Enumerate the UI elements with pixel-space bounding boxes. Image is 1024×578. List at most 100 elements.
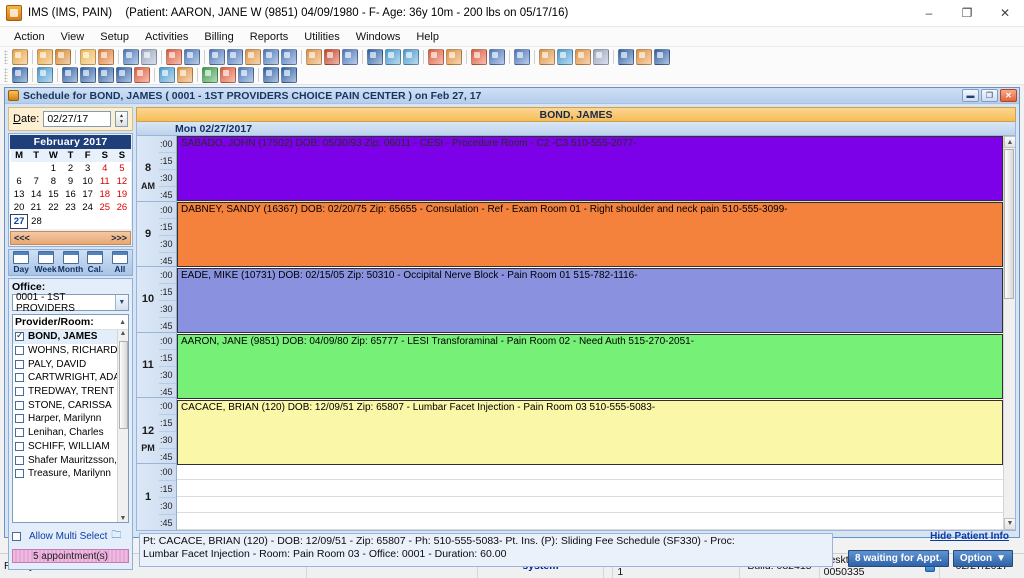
eligibility-icon[interactable] bbox=[428, 49, 444, 65]
provider-checkbox[interactable] bbox=[15, 428, 24, 438]
patient-check-icon[interactable] bbox=[55, 49, 71, 65]
office-dropdown[interactable]: 0001 - 1ST PROVIDERS ▼ bbox=[12, 292, 129, 314]
menu-item-action[interactable]: Action bbox=[6, 28, 53, 46]
provider-checkbox[interactable] bbox=[15, 387, 24, 397]
calendar-day-14[interactable]: 14 bbox=[28, 188, 45, 201]
patient-add-icon[interactable] bbox=[37, 49, 53, 65]
scrollbar-down-icon[interactable]: ▼ bbox=[120, 515, 127, 522]
provider-row[interactable]: WOHNS, RICHARD bbox=[13, 344, 128, 358]
new-record-icon[interactable] bbox=[134, 67, 150, 83]
option-button[interactable]: Option ▼ bbox=[952, 549, 1013, 567]
exchange-icon[interactable] bbox=[557, 49, 573, 65]
back-arrow-icon[interactable] bbox=[367, 49, 383, 65]
provider-row[interactable]: CARTWRIGHT, ADAM bbox=[13, 371, 128, 385]
calendar-day-26[interactable]: 26 bbox=[113, 201, 130, 215]
provider-row[interactable]: TREDWAY, TRENT bbox=[13, 385, 128, 399]
appointment-block[interactable]: SABADO, JOHN (17502) DOB: 05/30/93 Zip: … bbox=[177, 136, 1003, 201]
maximize-button[interactable]: ❐ bbox=[948, 0, 986, 27]
provider-checkbox[interactable] bbox=[15, 400, 24, 410]
chevron-down-icon[interactable]: ▼ bbox=[114, 295, 128, 310]
menu-item-view[interactable]: View bbox=[53, 28, 93, 46]
provider-scrollbar[interactable]: ▲ ▼ bbox=[117, 330, 128, 522]
empty-slot-row[interactable] bbox=[177, 464, 1003, 481]
ledger-icon[interactable] bbox=[245, 49, 261, 65]
schedule-scroll-down-icon[interactable]: ▼ bbox=[1004, 517, 1015, 530]
globe-icon[interactable] bbox=[385, 49, 401, 65]
transfer-icon[interactable] bbox=[539, 49, 555, 65]
calendar-day-3[interactable]: 3 bbox=[79, 162, 96, 175]
provider-checkbox[interactable] bbox=[15, 330, 24, 342]
export-icon[interactable] bbox=[177, 67, 193, 83]
payment-icon[interactable] bbox=[227, 49, 243, 65]
calendar-day-12[interactable]: 12 bbox=[113, 175, 130, 188]
provider-checkbox[interactable] bbox=[15, 359, 24, 369]
copy-page-icon[interactable] bbox=[184, 49, 200, 65]
book-open-icon[interactable] bbox=[593, 49, 609, 65]
view-all-button[interactable]: All bbox=[108, 251, 132, 274]
chart-icon[interactable] bbox=[220, 67, 236, 83]
view-day-button[interactable]: Day bbox=[9, 251, 33, 274]
provider-row[interactable]: SCHIFF, WILLIAM bbox=[13, 440, 128, 454]
task-edit-icon[interactable] bbox=[575, 49, 591, 65]
help-icon[interactable] bbox=[618, 49, 634, 65]
provider-checkbox[interactable] bbox=[15, 441, 24, 451]
provider-row[interactable]: PALY, DAVID bbox=[13, 357, 128, 371]
schedule-minimize-button[interactable]: ▬ bbox=[962, 89, 979, 102]
schedule-close-button[interactable]: ✕ bbox=[1000, 89, 1017, 102]
appointment-book-icon[interactable] bbox=[342, 49, 358, 65]
claims-print-icon[interactable] bbox=[281, 49, 297, 65]
calendar-day-28[interactable]: 28 bbox=[28, 215, 45, 229]
open-folder-icon[interactable] bbox=[80, 49, 96, 65]
calendar-grid-icon[interactable] bbox=[306, 49, 322, 65]
empty-slot-row[interactable] bbox=[177, 513, 1003, 530]
calendar-day-22[interactable]: 22 bbox=[45, 201, 62, 215]
appointment-block[interactable]: AARON, JANE (9851) DOB: 04/09/80 Zip: 65… bbox=[177, 334, 1003, 399]
calendar-day-8[interactable]: 8 bbox=[45, 175, 62, 188]
calendar-day-10[interactable]: 10 bbox=[79, 175, 96, 188]
view-month-button[interactable]: Month bbox=[58, 251, 83, 274]
lock-icon[interactable] bbox=[636, 49, 652, 65]
calendar-day-1[interactable]: 1 bbox=[45, 162, 62, 175]
calendar-day-24[interactable]: 24 bbox=[79, 201, 96, 215]
patient-icon[interactable] bbox=[12, 49, 28, 65]
calendar-day-21[interactable]: 21 bbox=[28, 201, 45, 215]
calendar-last-button[interactable]: >> bbox=[116, 233, 127, 243]
patient-card-icon[interactable] bbox=[489, 49, 505, 65]
calendar-day-25[interactable]: 25 bbox=[96, 201, 113, 215]
calendar-first-button[interactable]: << bbox=[14, 233, 25, 243]
allow-multi-select-row[interactable]: Allow Multi Select 🗀 bbox=[9, 526, 132, 547]
scheduler-icon[interactable] bbox=[324, 49, 340, 65]
calendar-day-15[interactable]: 15 bbox=[45, 188, 62, 201]
charge-icon[interactable] bbox=[209, 49, 225, 65]
menu-item-help[interactable]: Help bbox=[408, 28, 447, 46]
calendar-prev-button[interactable]: < bbox=[25, 233, 30, 243]
network-icon[interactable] bbox=[238, 67, 254, 83]
menu-item-activities[interactable]: Activities bbox=[137, 28, 196, 46]
schedule-scroll-thumb[interactable] bbox=[1004, 149, 1014, 299]
minimize-button[interactable]: – bbox=[910, 0, 948, 27]
menu-item-utilities[interactable]: Utilities bbox=[296, 28, 347, 46]
calendar-day-6[interactable]: 6 bbox=[11, 175, 28, 188]
schedule-scroll-up-icon[interactable]: ▲ bbox=[1004, 136, 1015, 148]
document-icon[interactable] bbox=[166, 49, 182, 65]
provider-row[interactable]: STONE, CARISSA bbox=[13, 398, 128, 412]
help-circle-icon[interactable] bbox=[263, 67, 279, 83]
menu-item-setup[interactable]: Setup bbox=[92, 28, 137, 46]
book-icon[interactable] bbox=[514, 49, 530, 65]
calendar-day-13[interactable]: 13 bbox=[11, 188, 28, 201]
scrollbar-thumb[interactable] bbox=[118, 341, 128, 429]
next-record-icon[interactable] bbox=[98, 67, 114, 83]
view-week-button[interactable]: Week bbox=[33, 251, 57, 274]
first-record-icon[interactable] bbox=[62, 67, 78, 83]
calendar-day-20[interactable]: 20 bbox=[11, 201, 28, 215]
about-icon[interactable] bbox=[281, 67, 297, 83]
schedule-maximize-button[interactable]: ❐ bbox=[981, 89, 998, 102]
provider-row[interactable]: Treasure, Marilynn bbox=[13, 467, 128, 481]
schedule-scrollbar[interactable]: ▲ ▼ bbox=[1003, 136, 1015, 530]
toolbar-grip-icon[interactable] bbox=[4, 50, 8, 64]
appointment-block[interactable]: DABNEY, SANDY (16367) DOB: 02/20/75 Zip:… bbox=[177, 202, 1003, 267]
close-button[interactable]: ✕ bbox=[986, 0, 1024, 27]
search-record-icon[interactable] bbox=[123, 49, 139, 65]
calendar-day-17[interactable]: 17 bbox=[79, 188, 96, 201]
report-chart-icon[interactable] bbox=[471, 49, 487, 65]
